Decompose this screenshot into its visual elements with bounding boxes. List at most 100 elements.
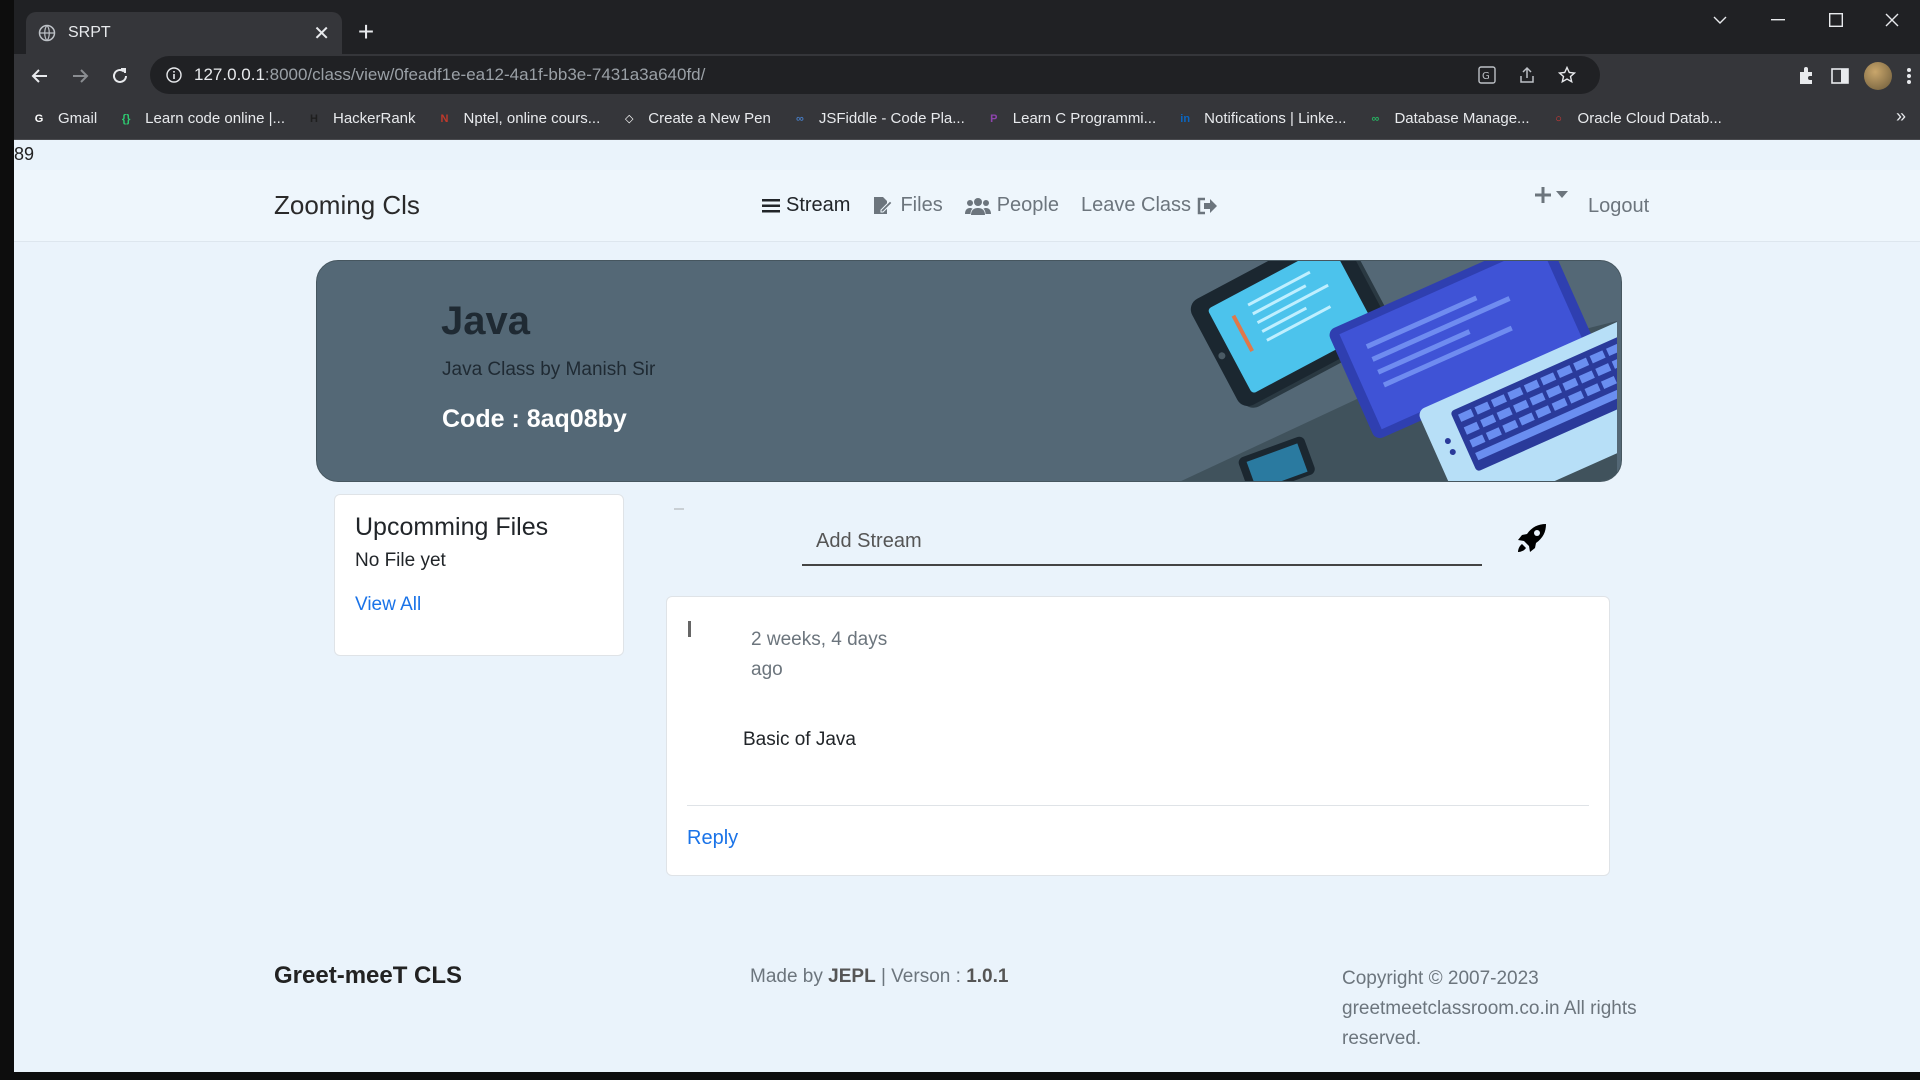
bookmark-label: Learn code online |... bbox=[145, 110, 285, 127]
minimize-icon[interactable] bbox=[1750, 0, 1806, 40]
nav-files[interactable]: Files bbox=[872, 194, 943, 217]
composer-avatar bbox=[674, 508, 684, 510]
bookmark-label: Notifications | Linke... bbox=[1204, 110, 1347, 127]
rocket-icon bbox=[1518, 524, 1546, 552]
nav-leave-class[interactable]: Leave Class bbox=[1080, 194, 1218, 217]
star-icon[interactable] bbox=[1558, 66, 1576, 84]
navbar-brand[interactable]: Zooming Cls bbox=[274, 190, 420, 221]
bookmark-label: Gmail bbox=[58, 110, 98, 127]
svg-text:G: G bbox=[1482, 71, 1490, 82]
nptel-icon: N bbox=[440, 112, 449, 125]
window-close-icon[interactable] bbox=[1864, 0, 1920, 40]
reload-icon[interactable] bbox=[100, 56, 140, 96]
post-avatar bbox=[688, 621, 691, 637]
add-class-dropdown[interactable] bbox=[1534, 186, 1568, 204]
post-body: Basic of Java bbox=[743, 729, 856, 750]
made-by-name: JEPL bbox=[828, 966, 876, 987]
bookmark-item[interactable]: H HackerRank bbox=[305, 110, 416, 128]
plus-icon bbox=[1535, 187, 1551, 203]
bookmark-label: JSFiddle - Code Pla... bbox=[818, 110, 965, 127]
share-icon[interactable] bbox=[1518, 66, 1536, 84]
browser-toolbar: 127.0.0.1:8000/class/view/0feadf1e-ea12-… bbox=[14, 54, 1920, 98]
bookmark-item[interactable]: ∞ JSFiddle - Code Pla... bbox=[791, 110, 965, 128]
post-stream-button[interactable] bbox=[1514, 520, 1550, 556]
hackerrank-icon: H bbox=[310, 112, 318, 125]
address-bar[interactable]: 127.0.0.1:8000/class/view/0feadf1e-ea12-… bbox=[150, 56, 1600, 94]
bookmark-item[interactable]: {} Learn code online |... bbox=[117, 110, 285, 128]
sidebar-icon[interactable] bbox=[1830, 66, 1850, 86]
sign-out-icon bbox=[1197, 197, 1218, 214]
course-title: Java bbox=[441, 299, 530, 343]
nav-people-label: People bbox=[996, 194, 1059, 216]
browser-tab[interactable]: SRPT ✕ bbox=[26, 12, 342, 54]
post-divider bbox=[687, 805, 1589, 806]
avatar[interactable] bbox=[1864, 62, 1892, 90]
add-stream-input[interactable] bbox=[802, 518, 1482, 566]
database-icon: ∞ bbox=[1371, 112, 1380, 125]
logout-link[interactable]: Logout bbox=[1588, 195, 1649, 218]
chevron-down-icon[interactable] bbox=[1692, 0, 1748, 40]
bookmark-item[interactable]: in Notifications | Linke... bbox=[1176, 110, 1346, 128]
browser-window: SRPT ✕ + 127.0.0.1:8000/class/view/0fea… bbox=[14, 0, 1920, 1072]
upcoming-files-card: Upcomming Files No File yet View All bbox=[334, 494, 624, 656]
bookmark-item[interactable]: G Gmail bbox=[30, 110, 97, 128]
tab-strip: SRPT ✕ + bbox=[14, 0, 1920, 54]
codepen-icon: ◇ bbox=[625, 113, 634, 125]
footer-credits: Made by JEPL | Verson : 1.0.1 bbox=[750, 966, 1008, 988]
bookmark-item[interactable]: ○ Oracle Cloud Datab... bbox=[1550, 110, 1722, 128]
close-icon[interactable]: ✕ bbox=[313, 21, 330, 46]
info-icon[interactable] bbox=[166, 67, 182, 83]
url-path: :8000/class/view/0feadf1e-ea12-4a1f-bb3e… bbox=[264, 65, 706, 84]
nav-stream[interactable]: Stream bbox=[762, 194, 850, 217]
back-icon[interactable] bbox=[20, 56, 60, 96]
footer-brand: Greet-meeT CLS bbox=[274, 962, 463, 989]
bookmark-label: Create a New Pen bbox=[648, 110, 771, 127]
url-host: 127.0.0.1 bbox=[194, 65, 265, 84]
oracle-icon: ○ bbox=[1555, 112, 1562, 125]
nav-stream-label: Stream bbox=[786, 194, 851, 216]
new-tab-button[interactable]: + bbox=[350, 17, 382, 49]
view-all-link[interactable]: View All bbox=[355, 594, 421, 616]
bars-icon bbox=[762, 198, 780, 212]
version-prefix: | Verson : bbox=[880, 966, 961, 987]
caret-down-icon bbox=[1556, 191, 1568, 198]
no-files-text: No File yet bbox=[355, 550, 446, 571]
devices-illustration bbox=[1181, 261, 1617, 481]
reply-link[interactable]: Reply bbox=[687, 827, 738, 850]
counter-text: 89 bbox=[14, 144, 35, 164]
code-icon: {} bbox=[121, 112, 131, 125]
class-code: Code : 8aq08by bbox=[442, 405, 627, 433]
bookmark-item[interactable]: P Learn C Programmi... bbox=[985, 110, 1156, 128]
file-edit-icon bbox=[874, 196, 894, 214]
bookmark-label: Nptel, online cours... bbox=[463, 110, 601, 127]
made-by-prefix: Made by bbox=[750, 966, 823, 987]
linkedin-icon: in bbox=[1180, 112, 1191, 125]
bookmark-item[interactable]: N Nptel, online cours... bbox=[436, 110, 601, 128]
bookmark-item[interactable]: ◇ Create a New Pen bbox=[620, 110, 771, 128]
footer-copyright: Copyright © 2007-2023 greetmeetclassroom… bbox=[1342, 968, 1637, 1049]
course-subtitle: Java Class by Manish Sir bbox=[442, 359, 656, 380]
bookmark-label: Learn C Programmi... bbox=[1012, 110, 1157, 127]
bookmarks-bar: G Gmail {} Learn code online |... H HackerRan… bbox=[14, 98, 1920, 140]
bookmark-label: Database Manage... bbox=[1394, 110, 1530, 127]
tab-title: SRPT bbox=[68, 24, 111, 41]
globe-icon bbox=[38, 24, 56, 42]
page-viewport: 89 Zooming Cls Stream Files People Leave… bbox=[14, 140, 1920, 1072]
users-icon bbox=[964, 197, 991, 215]
extensions-icon[interactable] bbox=[1796, 66, 1816, 86]
nav-leave-label: Leave Class bbox=[1080, 194, 1192, 216]
bookmark-label: HackerRank bbox=[333, 110, 416, 127]
class-banner: Java Java Class by Manish Sir Code : 8aq… bbox=[316, 260, 1622, 482]
translate-icon[interactable]: G bbox=[1478, 66, 1496, 84]
stream-post-card: 2 weeks, 4 days ago Basic of Java Reply bbox=[666, 596, 1610, 876]
maximize-icon[interactable] bbox=[1808, 0, 1864, 40]
forward-icon[interactable] bbox=[60, 56, 100, 96]
nav-files-label: Files bbox=[900, 194, 943, 216]
bookmark-item[interactable]: ∞ Database Manage... bbox=[1366, 110, 1530, 128]
more-icon[interactable] bbox=[1906, 66, 1912, 86]
chevron-right-icon[interactable]: » bbox=[1896, 106, 1906, 127]
upcoming-files-title: Upcomming Files bbox=[355, 513, 549, 541]
version-number: 1.0.1 bbox=[966, 966, 1009, 987]
programiz-icon: P bbox=[990, 112, 998, 125]
nav-people[interactable]: People bbox=[964, 194, 1059, 217]
